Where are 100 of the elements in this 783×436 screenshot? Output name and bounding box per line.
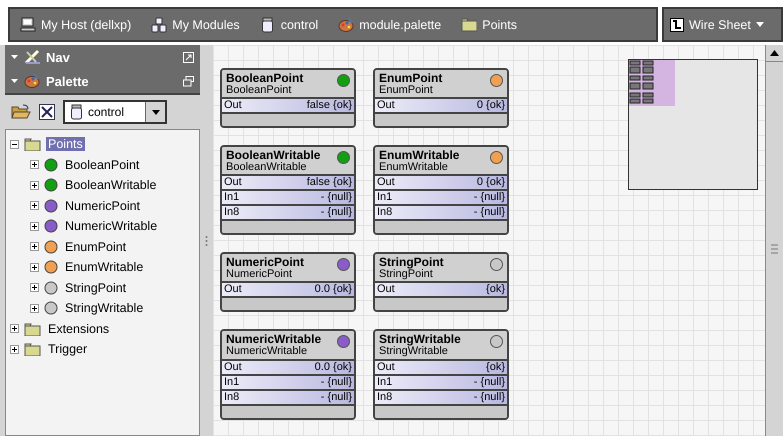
slot-row[interactable]: In8 - {null}: [375, 388, 507, 404]
computer-icon: [20, 16, 36, 32]
collapse-toggle[interactable]: [10, 140, 19, 149]
up-arrow-icon[interactable]: [770, 50, 779, 56]
slot-value: - {null}: [474, 390, 505, 404]
collapse-caret-icon[interactable]: [11, 55, 18, 59]
slot-name: In1: [224, 376, 240, 389]
component-name: BooleanWritable: [226, 149, 322, 162]
component-block[interactable]: BooleanWritable BooleanWritable Out false {ok} In1 - {null} In8 - {null}: [220, 145, 356, 236]
slot-row[interactable]: In1 - {null}: [375, 374, 507, 389]
panel-title: Nav: [46, 50, 71, 64]
slot-value: 0.0 {ok}: [314, 283, 352, 296]
expand-toggle[interactable]: [30, 222, 39, 231]
view-label: Wire Sheet: [689, 18, 751, 32]
collapse-caret-icon[interactable]: [11, 79, 18, 83]
slot-name: In1: [377, 191, 392, 204]
expand-toggle[interactable]: [30, 242, 39, 252]
close-icon[interactable]: [39, 104, 55, 120]
slot-row[interactable]: In8 - {null}: [222, 388, 354, 404]
restore-window-icon[interactable]: [183, 76, 194, 86]
expand-toggle[interactable]: [30, 180, 39, 190]
expand-toggle[interactable]: [10, 324, 19, 334]
component-type: StringPoint: [379, 268, 433, 280]
expand-toggle[interactable]: [30, 262, 39, 272]
slot-row[interactable]: Out 0 {ok}: [375, 97, 507, 112]
slot-value: {ok}: [486, 283, 505, 296]
component-type: BooleanWritable: [226, 162, 308, 174]
slot-row[interactable]: In8 - {null}: [375, 204, 507, 220]
breadcrumb-link[interactable]: Points: [461, 16, 517, 32]
slot-row[interactable]: In1 - {null}: [375, 189, 507, 204]
slot-value: - {null}: [320, 390, 352, 404]
slot-row[interactable]: Out {ok}: [375, 281, 507, 296]
slot-name: In8: [224, 390, 240, 404]
component-block[interactable]: BooleanPoint BooleanPoint Out false {ok}: [220, 68, 356, 128]
breadcrumb-link[interactable]: My Host (dellxp): [20, 16, 132, 32]
tree-item[interactable]: EnumPoint: [63, 240, 128, 254]
component-type: EnumPoint: [379, 84, 434, 96]
jar-icon: [260, 16, 276, 32]
slot-row[interactable]: Out false {ok}: [222, 97, 354, 112]
slot-row[interactable]: Out 0 {ok}: [375, 174, 507, 190]
tree-item[interactable]: NumericPoint: [63, 198, 142, 213]
slot-row[interactable]: Out 0.0 {ok}: [222, 358, 354, 374]
component-type: StringWritable: [379, 346, 448, 358]
folder-icon: [461, 16, 478, 32]
splitter-grip-icon[interactable]: [205, 234, 208, 246]
breadcrumb-link[interactable]: My Modules: [151, 16, 240, 32]
slot-row[interactable]: In1 - {null}: [222, 374, 354, 389]
panel-title: Palette: [46, 74, 90, 88]
component-type: BooleanPoint: [226, 84, 292, 96]
breadcrumb-link[interactable]: module.palette: [338, 16, 442, 32]
component-block[interactable]: StringWritable StringWritable Out {ok} In1 - {null} In8 - {null}: [373, 329, 509, 420]
tree-item[interactable]: Extensions: [46, 322, 112, 336]
slot-row[interactable]: In1 - {null}: [222, 189, 354, 204]
component-name: EnumPoint: [379, 72, 444, 85]
tree-item[interactable]: StringPoint: [63, 280, 128, 295]
slot-name: In8: [224, 206, 240, 220]
component-block[interactable]: NumericWritable NumericWritable Out 0.0 {ok} In1 - {null} In8 - {null}: [220, 329, 356, 420]
tree-item[interactable]: StringWritable: [63, 301, 146, 316]
tree-item[interactable]: EnumWritable: [63, 260, 146, 274]
tree-item[interactable]: BooleanPoint: [63, 158, 142, 172]
vertical-scrollbar[interactable]: [765, 45, 783, 436]
slot-name: In1: [224, 191, 240, 204]
slot-row[interactable]: Out {ok}: [375, 358, 507, 374]
slot-value: 0.0 {ok}: [314, 360, 352, 374]
component-block[interactable]: StringPoint StringPoint Out {ok}: [373, 252, 509, 312]
slot-name: Out: [377, 283, 395, 296]
breadcrumb-link[interactable]: control: [260, 16, 318, 32]
module-dropdown[interactable]: control: [63, 100, 167, 124]
component-block[interactable]: EnumWritable EnumWritable Out 0 {ok} In1 - {null} In8 - {null}: [373, 145, 509, 236]
panel-header[interactable]: Palette: [5, 69, 200, 93]
view-selector[interactable]: Wire Sheet: [662, 7, 783, 42]
dropdown-caret-icon[interactable]: [152, 110, 160, 114]
slot-name: In8: [377, 206, 392, 220]
component-name: NumericWritable: [226, 333, 322, 346]
expand-toggle[interactable]: [30, 160, 39, 170]
component-name: EnumWritable: [379, 149, 460, 162]
tree-item[interactable]: BooleanWritable: [63, 178, 158, 192]
component-name: NumericPoint: [226, 256, 306, 269]
tree-item[interactable]: Points: [46, 137, 85, 152]
panel-header[interactable]: Nav: [5, 45, 200, 69]
slot-value: - {null}: [320, 376, 352, 389]
tree-item[interactable]: NumericWritable: [63, 219, 160, 234]
slot-row[interactable]: Out false {ok}: [222, 174, 354, 190]
slot-row[interactable]: Out 0.0 {ok}: [222, 281, 354, 296]
paint-palette-icon: [24, 73, 40, 89]
expand-toggle[interactable]: [30, 304, 39, 313]
slot-value: {ok}: [486, 360, 505, 374]
expand-toggle[interactable]: [30, 283, 39, 292]
open-folder-icon[interactable]: [11, 104, 31, 120]
expand-toggle[interactable]: [10, 344, 19, 354]
expand-toggle[interactable]: [30, 201, 39, 210]
tree-item[interactable]: Trigger: [46, 342, 90, 356]
slot-row[interactable]: In8 - {null}: [222, 204, 354, 220]
component-block[interactable]: NumericPoint NumericPoint Out 0.0 {ok}: [220, 252, 356, 312]
scroll-thumb-grip-icon[interactable]: [771, 244, 778, 254]
slot-value: 0 {ok}: [476, 176, 505, 190]
component-block[interactable]: EnumPoint EnumPoint Out 0 {ok}: [373, 68, 509, 128]
slot-name: Out: [377, 176, 395, 190]
slot-value: false {ok}: [306, 99, 352, 112]
maximize-icon[interactable]: [183, 52, 194, 62]
